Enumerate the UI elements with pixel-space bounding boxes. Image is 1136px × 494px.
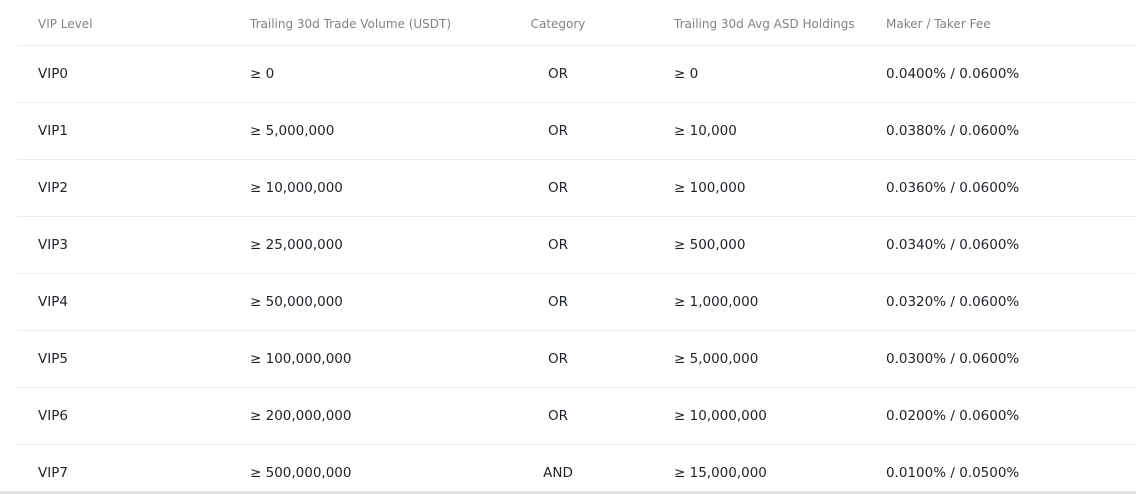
cell-maker-taker-fee: 0.0320% / 0.0600%	[886, 294, 1020, 310]
table-row: VIP1 ≥ 5,000,000 OR ≥ 10,000 0.0380% / 0…	[17, 103, 1136, 160]
cell-vip-level: VIP5	[38, 351, 68, 367]
cell-vip-level: VIP6	[38, 408, 68, 424]
cell-trade-volume: ≥ 200,000,000	[250, 408, 352, 424]
cell-vip-level: VIP4	[38, 294, 68, 310]
cell-trade-volume: ≥ 500,000,000	[250, 465, 352, 481]
cell-maker-taker-fee: 0.0300% / 0.0600%	[886, 351, 1020, 367]
header-maker-taker-fee: Maker / Taker Fee	[886, 17, 991, 31]
header-trade-volume: Trailing 30d Trade Volume (USDT)	[250, 17, 452, 31]
cell-maker-taker-fee: 0.0340% / 0.0600%	[886, 237, 1020, 253]
cell-asd-holdings: ≥ 100,000	[674, 180, 746, 196]
cell-trade-volume: ≥ 25,000,000	[250, 237, 343, 253]
vip-fee-table: VIP Level Trailing 30d Trade Volume (USD…	[17, 0, 1136, 494]
cell-maker-taker-fee: 0.0360% / 0.0600%	[886, 180, 1020, 196]
table-row: VIP0 ≥ 0 OR ≥ 0 0.0400% / 0.0600%	[17, 46, 1136, 103]
cell-trade-volume: ≥ 50,000,000	[250, 294, 343, 310]
cell-trade-volume: ≥ 10,000,000	[250, 180, 343, 196]
cell-maker-taker-fee: 0.0200% / 0.0600%	[886, 408, 1020, 424]
cell-maker-taker-fee: 0.0100% / 0.0500%	[886, 465, 1020, 481]
table-row: VIP6 ≥ 200,000,000 OR ≥ 10,000,000 0.020…	[17, 388, 1136, 445]
cell-asd-holdings: ≥ 10,000	[674, 123, 737, 139]
cell-vip-level: VIP0	[38, 66, 68, 82]
table-row: VIP3 ≥ 25,000,000 OR ≥ 500,000 0.0340% /…	[17, 217, 1136, 274]
cell-asd-holdings: ≥ 5,000,000	[674, 351, 759, 367]
cell-maker-taker-fee: 0.0380% / 0.0600%	[886, 123, 1020, 139]
table-row: VIP2 ≥ 10,000,000 OR ≥ 100,000 0.0360% /…	[17, 160, 1136, 217]
cell-trade-volume: ≥ 100,000,000	[250, 351, 352, 367]
header-vip-level: VIP Level	[38, 17, 93, 31]
cell-vip-level: VIP2	[38, 180, 68, 196]
cell-asd-holdings: ≥ 0	[674, 66, 699, 82]
cell-asd-holdings: ≥ 500,000	[674, 237, 746, 253]
table-row: VIP5 ≥ 100,000,000 OR ≥ 5,000,000 0.0300…	[17, 331, 1136, 388]
table-row: VIP4 ≥ 50,000,000 OR ≥ 1,000,000 0.0320%…	[17, 274, 1136, 331]
cell-asd-holdings: ≥ 10,000,000	[674, 408, 767, 424]
cell-trade-volume: ≥ 0	[250, 66, 275, 82]
cell-trade-volume: ≥ 5,000,000	[250, 123, 335, 139]
cell-vip-level: VIP1	[38, 123, 68, 139]
cell-vip-level: VIP3	[38, 237, 68, 253]
cell-maker-taker-fee: 0.0400% / 0.0600%	[886, 66, 1020, 82]
table-header: VIP Level Trailing 30d Trade Volume (USD…	[17, 0, 1136, 46]
table-row: VIP7 ≥ 500,000,000 AND ≥ 15,000,000 0.01…	[38, 465, 1020, 481]
cell-asd-holdings: ≥ 15,000,000	[674, 465, 767, 481]
cell-asd-holdings: ≥ 1,000,000	[674, 294, 759, 310]
cell-vip-level: VIP7	[38, 465, 68, 481]
header-asd-holdings: Trailing 30d Avg ASD Holdings	[674, 17, 855, 31]
